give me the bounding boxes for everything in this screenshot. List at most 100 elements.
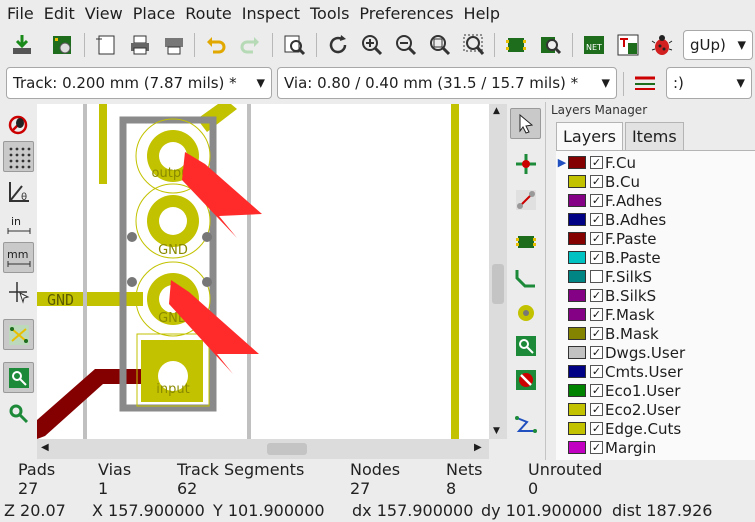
vertical-scrollbar[interactable]: ▲ ▼ <box>489 104 507 439</box>
layer-visibility-checkbox[interactable]: ✓ <box>590 327 603 340</box>
layer-visibility-checkbox[interactable]: ✓ <box>590 346 603 359</box>
keepout-icon[interactable] <box>510 364 541 395</box>
layer-color-swatch[interactable] <box>568 384 586 397</box>
add-zone-icon[interactable] <box>510 330 541 361</box>
via[interactable] <box>127 277 137 287</box>
layer-row[interactable]: ▶ ✓ F.Cu <box>556 153 755 172</box>
pcb-canvas[interactable]: GND output GND GND input <box>37 104 489 439</box>
layer-row[interactable]: ✓ B.Paste <box>556 248 755 267</box>
menu-tools[interactable]: Tools <box>305 0 354 27</box>
tab-layers[interactable]: Layers <box>556 122 623 150</box>
via[interactable] <box>127 232 137 242</box>
layer-visibility-checkbox[interactable]: ✓ <box>590 156 603 169</box>
menu-inspect[interactable]: Inspect <box>237 0 305 27</box>
layer-color-swatch[interactable] <box>568 232 586 245</box>
layer-color-swatch[interactable] <box>568 175 586 188</box>
grid-size-combo[interactable]: :) ▼ <box>666 67 752 99</box>
layer-row[interactable]: ✓ Edge.Cuts <box>556 419 755 438</box>
layer-visibility-checkbox[interactable] <box>590 270 603 283</box>
layer-row[interactable]: ✓ Cmts.User <box>556 362 755 381</box>
layer-visibility-checkbox[interactable]: ✓ <box>590 441 603 454</box>
layer-visibility-checkbox[interactable]: ✓ <box>590 365 603 378</box>
redo-icon[interactable] <box>236 31 264 59</box>
layer-row[interactable]: ✓ B.Cu <box>556 172 755 191</box>
scroll-down-icon[interactable]: ▼ <box>493 426 500 436</box>
zoom-in-icon[interactable] <box>358 31 386 59</box>
menu-help[interactable]: Help <box>459 0 505 27</box>
menu-view[interactable]: View <box>80 0 128 27</box>
layer-row[interactable]: ✓ B.Mask <box>556 324 755 343</box>
menu-file[interactable]: File <box>2 0 39 27</box>
layer-visibility-checkbox[interactable]: ✓ <box>590 308 603 321</box>
via[interactable] <box>202 232 212 242</box>
page-settings-icon[interactable] <box>92 31 120 59</box>
menu-edit[interactable]: Edit <box>39 0 80 27</box>
inch-units-icon[interactable]: in <box>3 209 34 240</box>
layer-row[interactable]: ✓ F.Mask <box>556 305 755 324</box>
footprint-editor-icon[interactable] <box>502 31 530 59</box>
layer-row[interactable]: ✓ B.Adhes <box>556 210 755 229</box>
layer-color-swatch[interactable] <box>568 441 586 454</box>
layer-row[interactable]: F.SilkS <box>556 267 755 286</box>
layer-row[interactable]: ✓ F.Adhes <box>556 191 755 210</box>
horizontal-scrollbar[interactable]: ◀ ▶ <box>37 439 489 459</box>
menu-preferences[interactable]: Preferences <box>354 0 458 27</box>
select-arrow-icon[interactable] <box>510 108 541 139</box>
highlight-net-icon[interactable] <box>510 148 541 179</box>
layer-color-swatch[interactable] <box>568 194 586 207</box>
scroll-left-icon[interactable]: ◀ <box>41 442 49 453</box>
add-via-icon[interactable] <box>510 297 541 328</box>
menu-place[interactable]: Place <box>128 0 181 27</box>
filled-zones-icon[interactable] <box>3 362 34 393</box>
layer-visibility-checkbox[interactable]: ✓ <box>590 251 603 264</box>
print-icon[interactable] <box>126 31 154 59</box>
vertical-scroll-thumb[interactable] <box>492 264 504 304</box>
plot-icon[interactable] <box>160 31 188 59</box>
via-size-combo[interactable]: Via: 0.80 / 0.40 mm (31.5 / 15.7 mils) *… <box>277 67 617 99</box>
layer-visibility-checkbox[interactable]: ✓ <box>590 384 603 397</box>
layer-color-swatch[interactable] <box>568 251 586 264</box>
layer-color-swatch[interactable] <box>568 327 586 340</box>
layer-row[interactable]: ✓ B.SilkS <box>556 286 755 305</box>
add-line-icon[interactable] <box>510 406 541 437</box>
layer-color-swatch[interactable] <box>568 346 586 359</box>
layer-visibility-checkbox[interactable]: ✓ <box>590 213 603 226</box>
layer-color-swatch[interactable] <box>568 365 586 378</box>
layer-color-swatch[interactable] <box>568 422 586 435</box>
grid-toggle-icon[interactable] <box>3 141 34 172</box>
undo-icon[interactable] <box>202 31 230 59</box>
layer-color-swatch[interactable] <box>568 270 586 283</box>
add-footprint-icon[interactable] <box>510 226 541 257</box>
outline-tracks-icon[interactable] <box>3 398 34 429</box>
via[interactable] <box>202 277 212 287</box>
drc-icon[interactable] <box>648 31 676 59</box>
drc-toggle-icon[interactable] <box>3 108 34 139</box>
layer-visibility-checkbox[interactable]: ✓ <box>590 422 603 435</box>
track-width-combo[interactable]: Track: 0.200 mm (7.87 mils) * ▼ <box>6 67 272 99</box>
layer-color-swatch[interactable] <box>568 308 586 321</box>
tab-items[interactable]: Items <box>624 122 684 150</box>
menu-route[interactable]: Route <box>180 0 236 27</box>
ratsnest-icon[interactable] <box>3 319 34 350</box>
layer-color-swatch[interactable] <box>568 289 586 302</box>
polar-coords-icon[interactable]: θ <box>3 176 34 207</box>
layer-row[interactable]: ✓ Eco2.User <box>556 400 755 419</box>
zoom-fit-icon[interactable] <box>426 31 454 59</box>
horizontal-scroll-thumb[interactable] <box>267 443 307 455</box>
scroll-right-icon[interactable]: ▶ <box>474 442 482 453</box>
zoom-out-icon[interactable] <box>392 31 420 59</box>
layer-visibility-checkbox[interactable]: ✓ <box>590 289 603 302</box>
layer-select-combo[interactable]: gUp) ▼ <box>683 30 753 60</box>
scroll-up-icon[interactable]: ▲ <box>493 106 500 116</box>
layer-row[interactable]: ✓ Eco1.User <box>556 381 755 400</box>
save-board-icon[interactable] <box>8 31 36 59</box>
layer-color-swatch[interactable] <box>568 156 586 169</box>
footprint-browser-icon[interactable] <box>536 31 564 59</box>
find-icon[interactable] <box>280 31 308 59</box>
mm-units-icon[interactable]: mm <box>3 242 34 273</box>
layer-color-swatch[interactable] <box>568 403 586 416</box>
layer-visibility-checkbox[interactable]: ✓ <box>590 175 603 188</box>
update-pcb-icon[interactable] <box>614 31 642 59</box>
cursor-shape-icon[interactable] <box>3 276 34 307</box>
refresh-icon[interactable] <box>324 31 352 59</box>
